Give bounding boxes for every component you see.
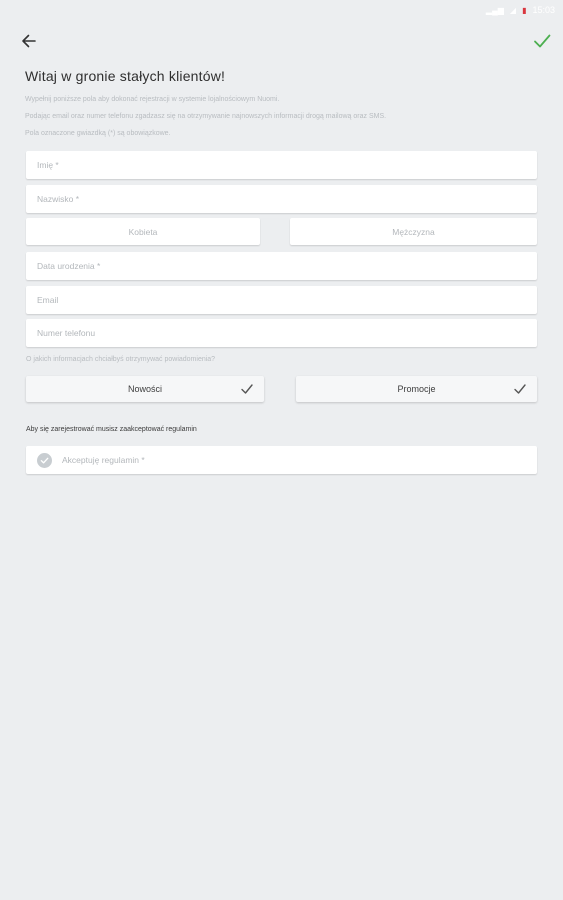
check-icon [534, 34, 551, 48]
phone-field[interactable]: Numer telefonu [26, 319, 537, 347]
birth-date-placeholder: Data urodzenia * [37, 261, 101, 271]
promo-toggle[interactable]: Promocje [296, 376, 537, 402]
first-name-placeholder: Imię * [37, 160, 59, 170]
email-placeholder: Email [37, 295, 59, 305]
news-toggle[interactable]: Nowości [26, 376, 264, 402]
check-circle-icon [37, 452, 52, 468]
email-field[interactable]: Email [26, 286, 537, 314]
signal-icon: ◢ [509, 5, 517, 15]
notifications-question: O jakich informacjach chciałbyś otrzymyw… [26, 356, 216, 363]
gender-male-option[interactable]: Mężczyzna [290, 218, 537, 245]
first-name-field[interactable]: Imię * [26, 151, 537, 179]
battery-icon: ▮ [522, 5, 527, 15]
news-label: Nowości [127, 384, 162, 394]
app-bar [0, 26, 563, 56]
promo-label: Promocje [397, 384, 436, 394]
accept-terms-label: Akceptuję regulamin * [62, 455, 145, 465]
last-name-field[interactable]: Nazwisko * [26, 185, 537, 213]
status-time: 15:03 [532, 5, 555, 15]
back-button[interactable] [18, 30, 40, 52]
info-text: Podając email oraz numer telefonu zgadza… [25, 113, 387, 120]
check-icon [241, 384, 253, 394]
confirm-button[interactable] [529, 28, 555, 54]
gender-female-label: Kobieta [128, 226, 158, 237]
terms-notice: Aby się zarejestrować musisz zaakceptowa… [26, 426, 197, 433]
check-icon [514, 384, 526, 394]
page-title: Witaj w gronie stałych klientów! [25, 68, 226, 84]
phone-placeholder: Numer telefonu [37, 328, 96, 338]
status-bar: ▂▄▆ ◢ ▮ 15:03 [0, 0, 563, 20]
arrow-left-icon [22, 34, 36, 48]
info-text: Pola oznaczone gwiazdką (*) są obowiązko… [25, 130, 171, 137]
birth-date-field[interactable]: Data urodzenia * [26, 252, 537, 280]
gender-female-option[interactable]: Kobieta [26, 218, 260, 245]
accept-terms-checkbox[interactable]: Akceptuję regulamin * [26, 446, 537, 474]
gender-male-label: Mężczyzna [392, 226, 435, 237]
last-name-placeholder: Nazwisko * [37, 194, 80, 204]
wifi-icon: ▂▄▆ [485, 5, 504, 15]
info-text: Wypełnij poniższe pola aby dokonać rejes… [25, 96, 280, 103]
